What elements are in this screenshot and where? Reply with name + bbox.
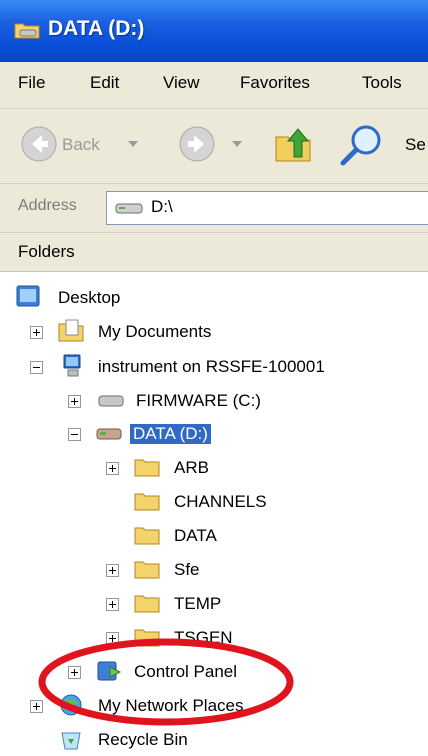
forward-icon[interactable] [178, 125, 216, 163]
folder-icon [134, 561, 160, 579]
folder-icon [134, 493, 160, 511]
control-panel-icon [97, 661, 122, 681]
tree-label: Control Panel [134, 662, 238, 681]
expand-icon[interactable] [106, 564, 119, 577]
back-button[interactable]: Back [62, 135, 100, 155]
expand-icon[interactable] [106, 598, 119, 611]
search-button[interactable]: Se [405, 135, 426, 155]
address-bar: Address D:\ [0, 184, 428, 233]
tree-label: Sfe [174, 560, 200, 579]
back-icon[interactable] [20, 125, 58, 163]
address-label: Address [18, 197, 77, 214]
tree-label: Desktop [58, 288, 121, 307]
menu-favorites[interactable]: Favorites [240, 73, 310, 93]
documents-icon [58, 319, 84, 342]
tree-item-tsgen[interactable]: TSGEN [0, 624, 428, 654]
tree-item-channels[interactable]: CHANNELS [0, 488, 428, 518]
forward-dropdown-icon[interactable] [232, 141, 242, 147]
drive-icon [96, 428, 122, 440]
collapse-icon[interactable] [30, 361, 43, 374]
address-value: D:\ [151, 197, 173, 216]
drive-icon [115, 203, 143, 214]
network-icon [60, 694, 82, 716]
up-folder-icon[interactable] [272, 123, 314, 165]
menu-edit[interactable]: Edit [90, 73, 119, 93]
title-bar[interactable]: DATA (D:) [0, 0, 428, 62]
tree-label: My Network Places [98, 696, 244, 715]
tree-item-arb[interactable]: ARB [0, 454, 428, 484]
menu-view[interactable]: View [163, 73, 200, 93]
expand-icon[interactable] [106, 632, 119, 645]
expand-icon[interactable] [30, 326, 43, 339]
tree-label: TEMP [174, 594, 222, 613]
search-icon[interactable] [338, 122, 384, 168]
expand-icon[interactable] [68, 395, 81, 408]
desktop-icon [16, 285, 40, 307]
tree-item-desktop[interactable]: Desktop [0, 284, 428, 314]
tree-label: FIRMWARE (C:) [136, 391, 261, 410]
folder-icon [134, 459, 160, 477]
recycle-bin-icon [61, 732, 81, 750]
tree-label: DATA (D:) [130, 424, 211, 444]
expand-icon[interactable] [30, 700, 43, 713]
expand-icon[interactable] [106, 462, 119, 475]
tree-item-sfe[interactable]: Sfe [0, 556, 428, 586]
tree-item-firmware[interactable]: FIRMWARE (C:) [0, 387, 428, 417]
window-title: DATA (D:) [48, 17, 145, 40]
menu-file[interactable]: File [18, 73, 45, 93]
folders-title: Folders [18, 242, 75, 261]
tree-label: CHANNELS [174, 492, 267, 511]
collapse-icon[interactable] [68, 428, 81, 441]
tree-label: instrument on RSSFE-100001 [98, 357, 325, 376]
tree-label: ARB [174, 458, 209, 477]
tree-item-data-drive[interactable]: DATA (D:) [0, 420, 428, 450]
menu-tools[interactable]: Tools [362, 73, 402, 93]
folders-pane-header: Folders [0, 233, 428, 272]
drive-icon [14, 23, 40, 39]
tree-label: Recycle Bin [98, 730, 188, 749]
tree-label: My Documents [98, 322, 212, 341]
folder-tree[interactable]: Desktop My Documents instrument on RSSFE… [0, 272, 428, 756]
tree-item-data-folder[interactable]: DATA [0, 522, 428, 552]
toolbar: Back Se [0, 109, 428, 184]
expand-icon[interactable] [68, 666, 81, 679]
back-dropdown-icon[interactable] [128, 141, 138, 147]
folder-icon [134, 629, 160, 647]
tree-item-network[interactable]: My Network Places [0, 692, 428, 722]
folder-icon [134, 595, 160, 613]
address-field[interactable]: D:\ [106, 191, 428, 225]
tree-item-instrument[interactable]: instrument on RSSFE-100001 [0, 353, 428, 383]
tree-label: TSGEN [174, 628, 233, 647]
tree-item-my-documents[interactable]: My Documents [0, 318, 428, 348]
tree-label: DATA [174, 526, 217, 545]
folder-icon [134, 527, 160, 545]
tree-item-recycle-bin[interactable]: Recycle Bin [0, 726, 428, 756]
tree-item-temp[interactable]: TEMP [0, 590, 428, 620]
tree-item-control-panel[interactable]: Control Panel [0, 658, 428, 688]
drive-icon [98, 395, 124, 407]
computer-icon [63, 354, 81, 377]
menu-bar: File Edit View Favorites Tools [0, 62, 428, 109]
